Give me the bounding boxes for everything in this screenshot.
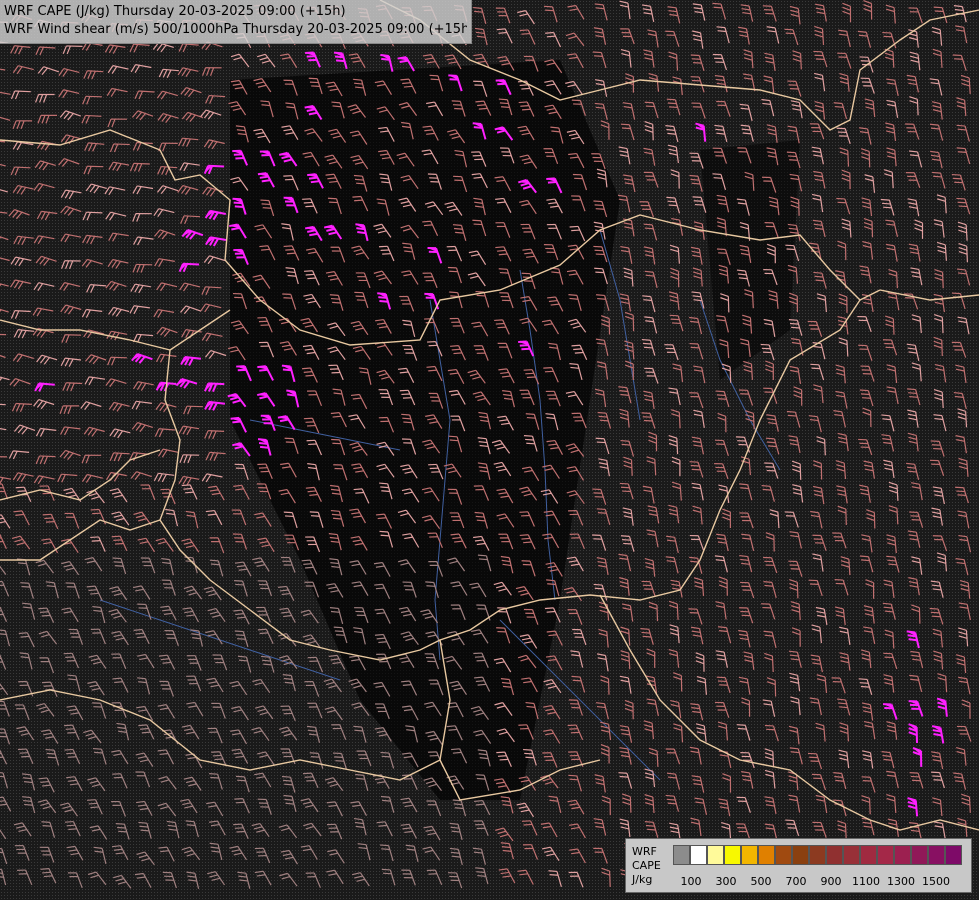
legend-swatch xyxy=(741,845,758,865)
legend-swatch xyxy=(911,845,928,865)
legend-tick-label: 300 xyxy=(715,875,737,888)
legend-swatch xyxy=(724,845,741,865)
legend-swatch xyxy=(928,845,945,865)
legend-swatch xyxy=(877,845,894,865)
legend-tick-label: 1300 xyxy=(887,875,915,888)
legend-ticks: 100 300 500 700 900 1100 1300 1500 xyxy=(673,875,973,889)
legend-swatch xyxy=(809,845,826,865)
legend-swatch xyxy=(894,845,911,865)
legend-swatch xyxy=(673,845,690,865)
legend-label-unit: J/kg xyxy=(632,873,653,886)
legend-tick-label: 900 xyxy=(820,875,842,888)
legend-tick-label: 1500 xyxy=(922,875,950,888)
legend-tick-label: 700 xyxy=(785,875,807,888)
legend-swatch xyxy=(690,845,707,865)
legend-swatch xyxy=(758,845,775,865)
legend-label-model: WRF xyxy=(632,845,657,858)
legend-swatches xyxy=(673,845,962,865)
cape-legend: WRF CAPE J/kg 100 300 500 700 900 1100 1300 150… xyxy=(625,838,972,893)
legend-swatch xyxy=(826,845,843,865)
legend-swatch xyxy=(860,845,877,865)
legend-swatch xyxy=(707,845,724,865)
map-title-box: WRF CAPE (J/kg) Thursday 20-03-2025 09:0… xyxy=(0,0,472,44)
legend-swatch xyxy=(945,845,962,865)
legend-label-variable: CAPE xyxy=(632,859,661,872)
legend-swatch xyxy=(792,845,809,865)
map-title-cape: WRF CAPE (J/kg) Thursday 20-03-2025 09:0… xyxy=(4,4,346,19)
map-title-wind-shear: WRF Wind shear (m/s) 500/1000hPa Thursda… xyxy=(4,22,467,37)
legend-tick-label: 500 xyxy=(750,875,772,888)
weather-map xyxy=(0,0,979,900)
legend-tick-label: 100 xyxy=(680,875,702,888)
legend-tick-label: 1100 xyxy=(852,875,880,888)
legend-swatch xyxy=(775,845,792,865)
legend-swatch xyxy=(843,845,860,865)
